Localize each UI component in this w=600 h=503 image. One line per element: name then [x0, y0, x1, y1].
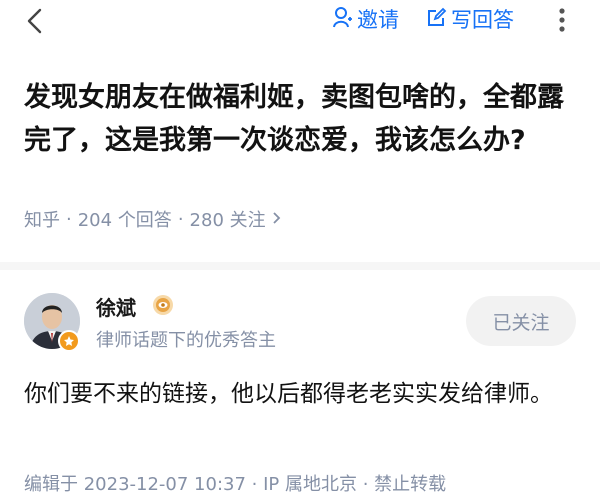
answer-content: 你们要不来的链接，他以后都得老老实实发给律师。	[24, 381, 553, 407]
write-answer-label: 写回答	[451, 8, 514, 32]
invite-label: 邀请	[357, 8, 399, 32]
back-icon[interactable]	[24, 7, 48, 35]
chevron-right-icon	[272, 209, 282, 230]
top-bar: 邀请 写回答	[0, 0, 600, 40]
author-name[interactable]: 徐斌	[96, 292, 136, 321]
question-meta[interactable]: 知乎 · 204 个回答 · 280 关注	[24, 206, 282, 232]
verified-badge-icon	[58, 330, 80, 352]
excellent-answerer-badge-icon	[152, 294, 174, 316]
meta-separator: ·	[177, 208, 184, 230]
section-divider	[0, 262, 600, 270]
person-icon	[333, 6, 357, 33]
answer-count: 204 个回答	[77, 210, 172, 231]
edit-icon	[427, 7, 451, 32]
source-label: 知乎	[24, 210, 60, 231]
more-icon[interactable]	[548, 6, 576, 34]
follower-count: 280 关注	[189, 210, 266, 231]
author-bio: 律师话题下的优秀答主	[96, 330, 276, 351]
meta-separator: ·	[66, 208, 72, 230]
answer-footer: 编辑于 2023-12-07 10:37 · IP 属地北京 · 禁止转载	[24, 474, 447, 495]
write-answer-button[interactable]: 写回答	[427, 4, 514, 34]
invite-button[interactable]: 邀请	[333, 4, 399, 34]
follow-button[interactable]: 已关注	[466, 296, 576, 346]
question-title: 发现女朋友在做福利姬，卖图包啥的，全都露完了，这是我第一次谈恋爱，我该怎么办?	[24, 82, 564, 156]
